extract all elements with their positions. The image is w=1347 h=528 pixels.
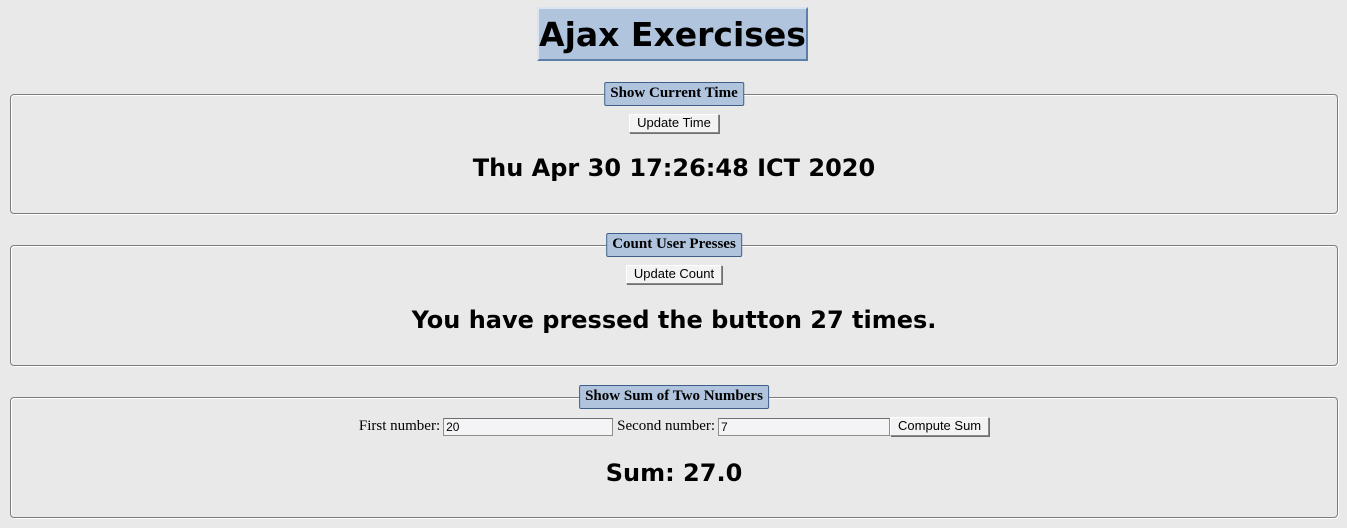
second-number-input[interactable] — [718, 417, 891, 436]
page-title: Ajax Exercises — [539, 14, 806, 54]
update-count-button[interactable]: Update Count — [625, 265, 723, 284]
update-time-button[interactable]: Update Time — [629, 114, 719, 133]
time-section-legend: Show Current Time — [604, 82, 744, 106]
second-number-label: Second number: — [617, 418, 716, 434]
sum-form-row: First number: Second number: Compute Sum — [11, 417, 1337, 436]
time-button-row: Update Time — [11, 114, 1337, 133]
page: Ajax Exercises Show Current Time Update … — [0, 0, 1347, 528]
time-section: Show Current Time Update Time Thu Apr 30… — [10, 82, 1338, 214]
count-section-legend: Count User Presses — [606, 233, 742, 257]
compute-sum-button[interactable]: Compute Sum — [890, 417, 990, 436]
first-number-input[interactable] — [443, 417, 614, 436]
count-section: Count User Presses Update Count You have… — [10, 233, 1338, 366]
sum-result: Sum: 27.0 — [605, 459, 743, 487]
sum-section-legend: Show Sum of Two Numbers — [579, 385, 769, 409]
press-count-result: You have pressed the button 27 times. — [411, 306, 937, 334]
first-number-label: First number: — [358, 418, 441, 434]
current-time-result: Thu Apr 30 17:26:48 ICT 2020 — [472, 154, 876, 182]
page-title-box: Ajax Exercises — [537, 7, 808, 61]
sum-section: Show Sum of Two Numbers First number: Se… — [10, 385, 1338, 518]
count-button-row: Update Count — [11, 265, 1337, 284]
